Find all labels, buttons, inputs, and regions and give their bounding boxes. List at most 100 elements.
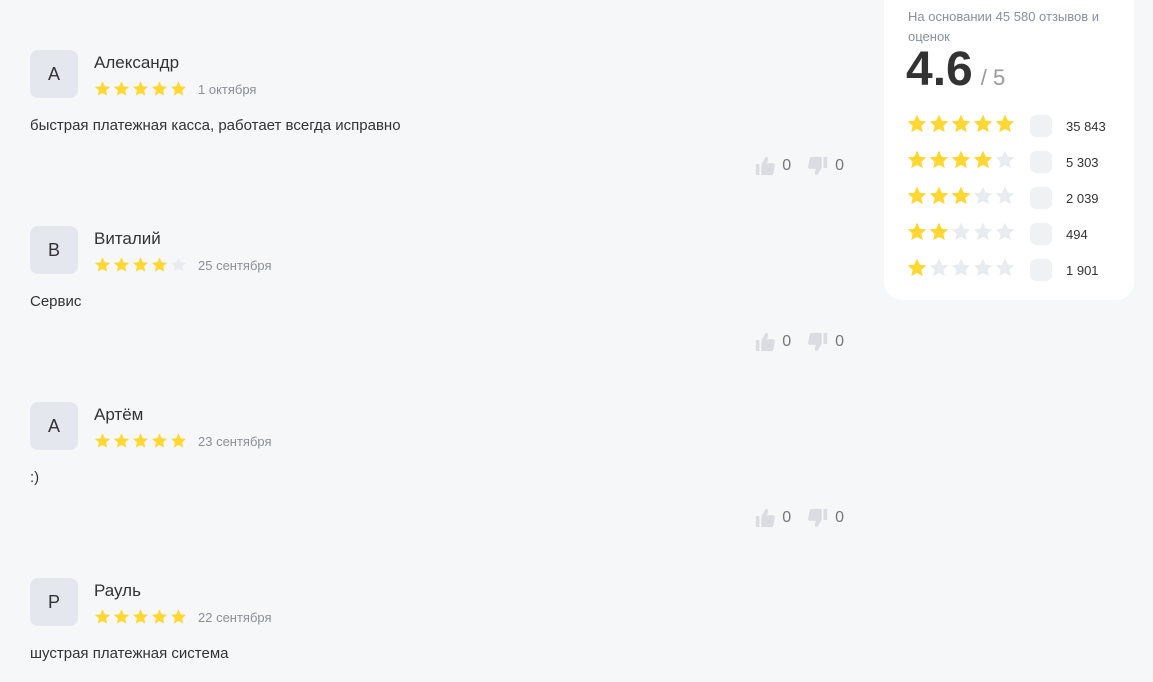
star-icon (994, 221, 1016, 243)
star-icon (169, 256, 188, 274)
avatar: В (30, 226, 78, 274)
review-author: Артём (94, 405, 144, 424)
star-icon (93, 608, 112, 626)
like-button[interactable]: 0 (754, 155, 791, 177)
rating-summary-caption: На основании 45 580 отзывов и оценок (908, 9, 1100, 44)
star-icon (972, 221, 994, 243)
review-author: Виталий (94, 229, 161, 248)
dislike-button[interactable]: 0 (807, 155, 844, 177)
star-icon (169, 80, 188, 98)
review-rating: 23 сентября (93, 432, 272, 450)
review-author: Александр (94, 53, 180, 72)
rating-filter-stars (906, 149, 1016, 176)
star-icon (150, 80, 169, 98)
dislike-button[interactable]: 0 (807, 331, 844, 353)
star-icon (906, 113, 928, 135)
thumbs-down-icon (807, 331, 829, 353)
rating-filter-checkbox[interactable] (1030, 115, 1052, 137)
rating-filter-row[interactable]: 1 901 (906, 252, 1106, 288)
average-rating: 4.6 / 5 (906, 42, 1005, 98)
rating-filter-row[interactable]: 2 039 (906, 180, 1106, 216)
review-date: 1 октября (198, 81, 257, 97)
star-icon (150, 432, 169, 450)
thumbs-down-icon (807, 155, 829, 177)
star-icon (928, 185, 950, 207)
dislike-count: 0 (835, 157, 844, 174)
star-icon (994, 257, 1016, 279)
rating-filter-row[interactable]: 5 303 (906, 144, 1106, 180)
rating-filter-checkbox[interactable] (1030, 151, 1052, 173)
review-date: 22 сентября (198, 609, 272, 625)
star-icon (994, 149, 1016, 171)
rating-filter-count: 5 303 (1066, 154, 1099, 170)
star-icon (950, 149, 972, 171)
like-button[interactable]: 0 (754, 331, 791, 353)
review-text: быстрая платежная касса, работает всегда… (30, 117, 401, 134)
rating-filter-checkbox[interactable] (1030, 187, 1052, 209)
rating-filter-stars (906, 221, 1016, 248)
star-icon (972, 149, 994, 171)
rating-summary-card: На основании 45 580 отзывов и оценок 4.6… (884, 0, 1134, 300)
avatar: А (30, 402, 78, 450)
star-icon (112, 80, 131, 98)
star-icon (112, 256, 131, 274)
dislike-count: 0 (835, 509, 844, 526)
review-votes: 0 0 (754, 331, 844, 353)
star-icon (928, 221, 950, 243)
star-icon (972, 185, 994, 207)
rating-filter-row[interactable]: 494 (906, 216, 1106, 252)
rating-filter-checkbox[interactable] (1030, 223, 1052, 245)
star-icon (906, 185, 928, 207)
average-rating-max: / 5 (980, 65, 1006, 90)
star-icon (950, 185, 972, 207)
star-icon (169, 432, 188, 450)
star-icon (112, 432, 131, 450)
star-icon (972, 257, 994, 279)
star-icon (150, 256, 169, 274)
star-icon (93, 80, 112, 98)
star-icon (928, 149, 950, 171)
dislike-button[interactable]: 0 (807, 507, 844, 529)
rating-filter-row[interactable]: 35 843 (906, 108, 1106, 144)
like-button[interactable]: 0 (754, 507, 791, 529)
star-icon (950, 113, 972, 135)
star-icon (928, 257, 950, 279)
star-icon (972, 113, 994, 135)
star-icon (169, 608, 188, 626)
star-icon (131, 432, 150, 450)
star-icon (112, 608, 131, 626)
review-author: Рауль (94, 581, 141, 600)
review-rating: 25 сентября (93, 256, 272, 274)
thumbs-up-icon (754, 155, 776, 177)
star-icon (93, 256, 112, 274)
rating-filter-count: 1 901 (1066, 262, 1099, 278)
review-card: А Артём 23 сентября :) 0 0 (30, 402, 850, 578)
review-text: :) (30, 469, 40, 486)
rating-filter-count: 2 039 (1066, 190, 1099, 206)
review-votes: 0 0 (754, 155, 844, 177)
average-rating-value: 4.6 (906, 43, 973, 96)
like-count: 0 (782, 157, 792, 174)
review-rating: 1 октября (93, 80, 256, 98)
rating-filter-checkbox[interactable] (1030, 259, 1052, 281)
review-text: Сервис (30, 293, 82, 310)
like-count: 0 (782, 509, 792, 526)
star-icon (150, 608, 169, 626)
avatar: А (30, 50, 78, 98)
avatar: Р (30, 578, 78, 626)
star-icon (906, 257, 928, 279)
star-icon (906, 221, 928, 243)
star-icon (928, 113, 950, 135)
star-icon (994, 185, 1016, 207)
review-rating: 22 сентября (93, 608, 272, 626)
rating-filter-stars (906, 257, 1016, 284)
thumbs-up-icon (754, 507, 776, 529)
review-text: шустрая платежная система (30, 645, 229, 662)
review-date: 25 сентября (198, 257, 272, 273)
review-votes: 0 0 (754, 507, 844, 529)
star-icon (906, 149, 928, 171)
rating-filter-stars (906, 185, 1016, 212)
star-icon (950, 221, 972, 243)
rating-filter-count: 494 (1066, 226, 1088, 242)
review-card: А Александр 1 октября быстрая платежная … (30, 50, 850, 226)
